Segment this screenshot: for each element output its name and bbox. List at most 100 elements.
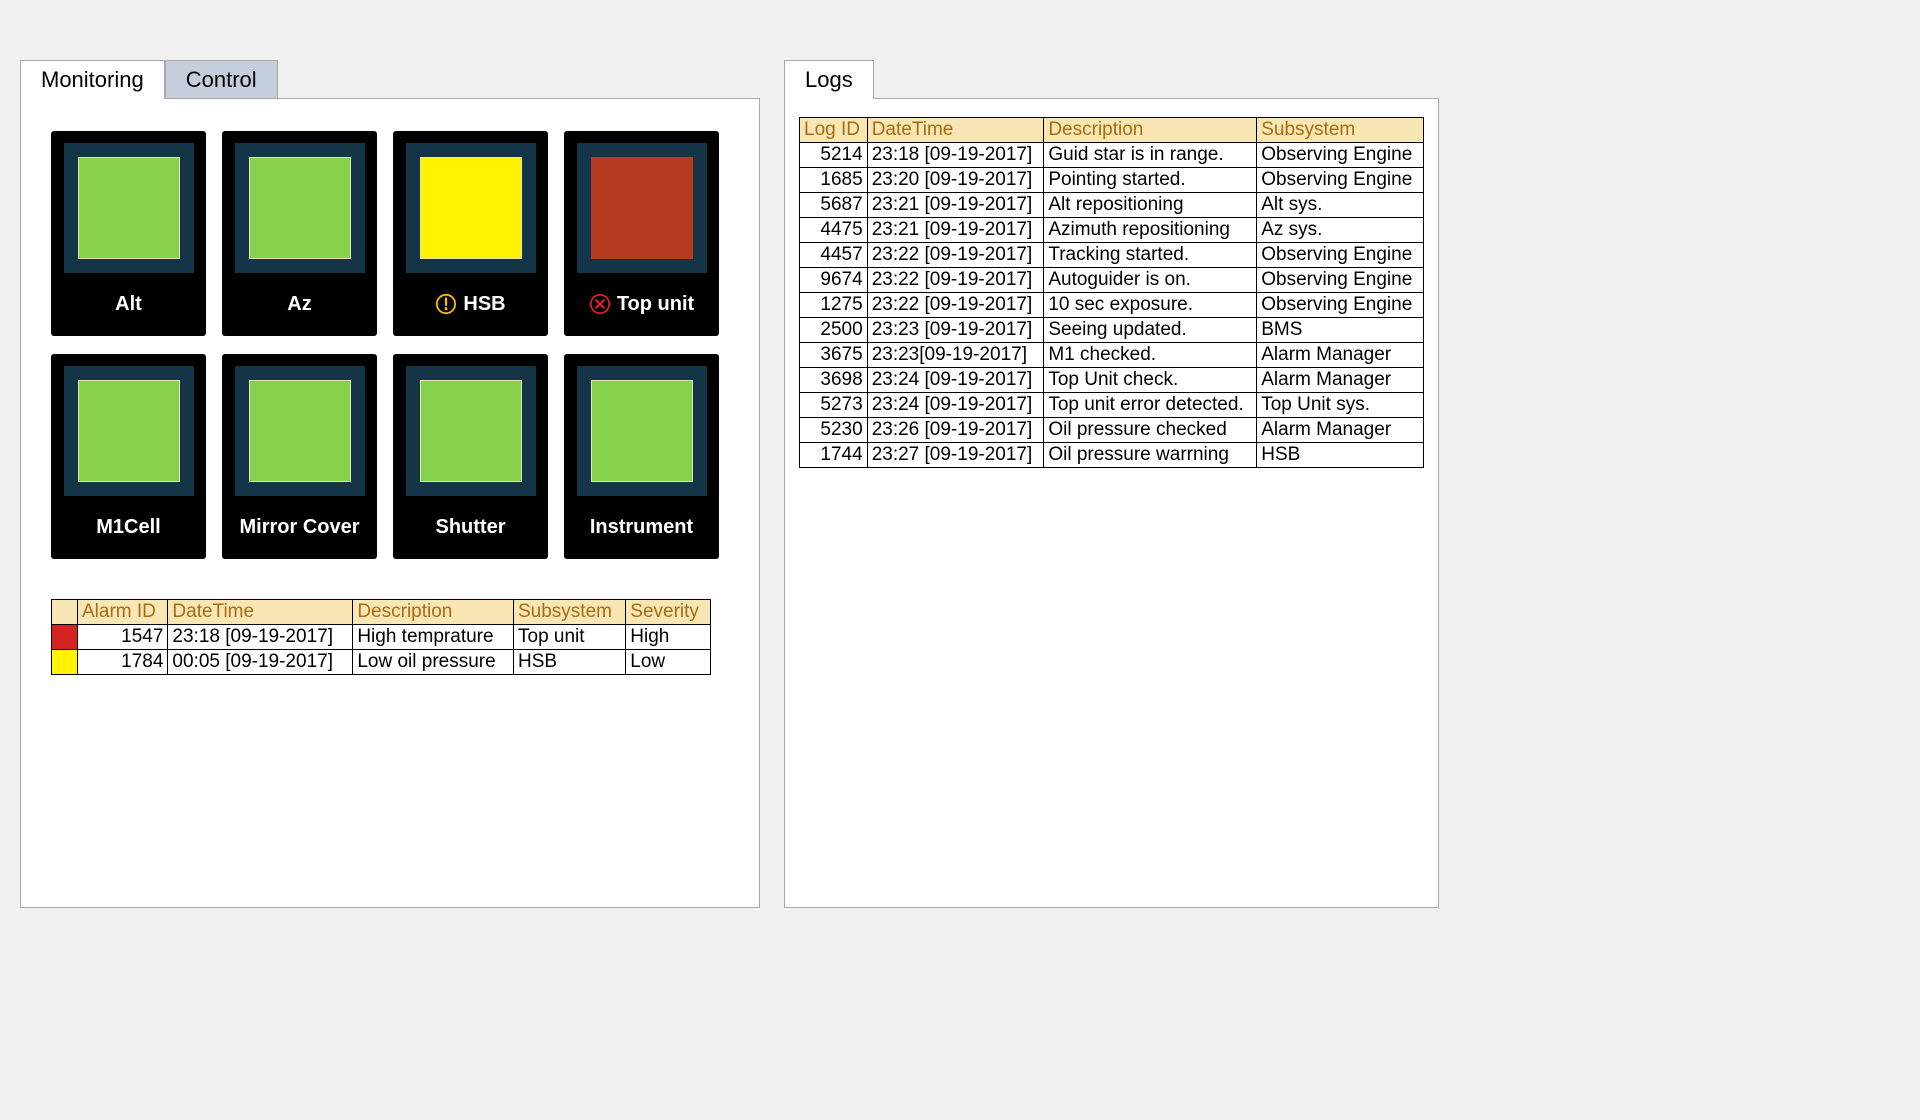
tile-frame xyxy=(406,143,536,273)
log-id: 1744 xyxy=(800,443,868,468)
log-h-id: Log ID xyxy=(800,118,868,143)
alarm-h-dt: DateTime xyxy=(168,600,353,625)
alarm-h-id: Alarm ID xyxy=(78,600,168,625)
log-sub: Top Unit sys. xyxy=(1257,393,1424,418)
log-desc: Tracking started. xyxy=(1044,243,1257,268)
log-desc: Oil pressure warrning xyxy=(1044,443,1257,468)
log-sub: HSB xyxy=(1257,443,1424,468)
tile-caption: Mirror Cover xyxy=(239,504,359,550)
alarm-desc: Low oil pressure xyxy=(353,650,514,675)
table-row[interactable]: 445723:22 [09-19-2017]Tracking started.O… xyxy=(800,243,1424,268)
tile-frame xyxy=(577,366,707,496)
log-sub: Az sys. xyxy=(1257,218,1424,243)
log-dt: 23:21 [09-19-2017] xyxy=(867,218,1044,243)
log-desc: M1 checked. xyxy=(1044,343,1257,368)
table-row[interactable]: 568723:21 [09-19-2017]Alt repositioningA… xyxy=(800,193,1424,218)
tile-hsb[interactable]: HSB xyxy=(393,131,548,336)
log-id: 4457 xyxy=(800,243,868,268)
log-sub: Alarm Manager xyxy=(1257,418,1424,443)
tile-instrument[interactable]: Instrument xyxy=(564,354,719,559)
tile-caption: HSB xyxy=(435,281,505,327)
table-row[interactable]: 967423:22 [09-19-2017]Autoguider is on.O… xyxy=(800,268,1424,293)
table-row[interactable]: 367523:23[09-19-2017]M1 checked.Alarm Ma… xyxy=(800,343,1424,368)
tile-label: Top unit xyxy=(617,294,694,315)
right-panel: Logs Log ID DateTime Description Subsyst… xyxy=(784,60,1439,910)
log-dt: 23:22 [09-19-2017] xyxy=(867,243,1044,268)
alarm-dt: 00:05 [09-19-2017] xyxy=(168,650,353,675)
tile-shutter[interactable]: Shutter xyxy=(393,354,548,559)
alarm-sev: High xyxy=(626,625,711,650)
tile-m1cell[interactable]: M1Cell xyxy=(51,354,206,559)
tab-logs[interactable]: Logs xyxy=(784,60,874,99)
log-dt: 23:18 [09-19-2017] xyxy=(867,143,1044,168)
tile-caption: Top unit xyxy=(589,281,694,327)
tile-frame xyxy=(577,143,707,273)
log-dt: 23:26 [09-19-2017] xyxy=(867,418,1044,443)
status-indicator xyxy=(591,157,693,259)
alarm-sub: Top unit xyxy=(514,625,626,650)
app-root: Monitoring Control AltAzHSBTop unitM1Cel… xyxy=(20,60,1900,910)
table-row[interactable]: 250023:23 [09-19-2017]Seeing updated.BMS xyxy=(800,318,1424,343)
alarm-id: 1784 xyxy=(78,650,168,675)
log-id: 5230 xyxy=(800,418,868,443)
table-row[interactable]: 154723:18 [09-19-2017]High tempratureTop… xyxy=(52,625,711,650)
tile-caption: M1Cell xyxy=(96,504,160,550)
log-sub: Observing Engine xyxy=(1257,268,1424,293)
tile-az[interactable]: Az xyxy=(222,131,377,336)
error-icon xyxy=(589,293,611,315)
table-row[interactable]: 127523:22 [09-19-2017]10 sec exposure.Ob… xyxy=(800,293,1424,318)
tile-frame xyxy=(406,366,536,496)
log-desc: Azimuth repositioning xyxy=(1044,218,1257,243)
log-sub: Observing Engine xyxy=(1257,143,1424,168)
log-id: 4475 xyxy=(800,218,868,243)
table-row[interactable]: 174423:27 [09-19-2017]Oil pressure warrn… xyxy=(800,443,1424,468)
tile-mirror-cover[interactable]: Mirror Cover xyxy=(222,354,377,559)
log-desc: Top Unit check. xyxy=(1044,368,1257,393)
tile-label: Alt xyxy=(115,294,142,315)
alarm-id: 1547 xyxy=(78,625,168,650)
status-indicator xyxy=(249,380,351,482)
log-id: 1275 xyxy=(800,293,868,318)
log-dt: 23:20 [09-19-2017] xyxy=(867,168,1044,193)
table-row[interactable]: 527323:24 [09-19-2017]Top unit error det… xyxy=(800,393,1424,418)
alarm-h-color xyxy=(52,600,78,625)
tile-label: Az xyxy=(287,294,311,315)
log-dt: 23:23[09-19-2017] xyxy=(867,343,1044,368)
status-indicator xyxy=(249,157,351,259)
tile-label: M1Cell xyxy=(96,517,160,538)
log-dt: 23:22 [09-19-2017] xyxy=(867,293,1044,318)
table-row[interactable]: 447523:21 [09-19-2017]Azimuth reposition… xyxy=(800,218,1424,243)
table-row[interactable]: 523023:26 [09-19-2017]Oil pressure check… xyxy=(800,418,1424,443)
tile-top-unit[interactable]: Top unit xyxy=(564,131,719,336)
alarm-table: Alarm ID DateTime Description Subsystem … xyxy=(51,599,711,675)
log-desc: Top unit error detected. xyxy=(1044,393,1257,418)
log-sub: Alarm Manager xyxy=(1257,343,1424,368)
tile-frame xyxy=(64,143,194,273)
log-desc: Seeing updated. xyxy=(1044,318,1257,343)
log-sub: Observing Engine xyxy=(1257,168,1424,193)
table-row[interactable]: 521423:18 [09-19-2017]Guid star is in ra… xyxy=(800,143,1424,168)
alarm-h-sev: Severity xyxy=(626,600,711,625)
tab-monitoring[interactable]: Monitoring xyxy=(20,60,165,99)
table-row[interactable]: 369823:24 [09-19-2017]Top Unit check.Ala… xyxy=(800,368,1424,393)
table-row[interactable]: 168523:20 [09-19-2017]Pointing started.O… xyxy=(800,168,1424,193)
alarm-h-desc: Description xyxy=(353,600,514,625)
warning-icon xyxy=(435,293,457,315)
alarm-sev: Low xyxy=(626,650,711,675)
logs-body: Log ID DateTime Description Subsystem 52… xyxy=(784,98,1439,908)
tile-label: HSB xyxy=(463,294,505,315)
log-id: 2500 xyxy=(800,318,868,343)
status-indicator xyxy=(420,380,522,482)
log-sub: Observing Engine xyxy=(1257,293,1424,318)
alarm-dt: 23:18 [09-19-2017] xyxy=(168,625,353,650)
severity-color xyxy=(52,625,78,650)
tile-label: Shutter xyxy=(436,517,506,538)
table-row[interactable]: 178400:05 [09-19-2017]Low oil pressureHS… xyxy=(52,650,711,675)
tab-control[interactable]: Control xyxy=(165,60,278,99)
tile-alt[interactable]: Alt xyxy=(51,131,206,336)
log-desc: Guid star is in range. xyxy=(1044,143,1257,168)
status-indicator xyxy=(591,380,693,482)
log-sub: BMS xyxy=(1257,318,1424,343)
log-sub: Alarm Manager xyxy=(1257,368,1424,393)
alarm-sub: HSB xyxy=(514,650,626,675)
